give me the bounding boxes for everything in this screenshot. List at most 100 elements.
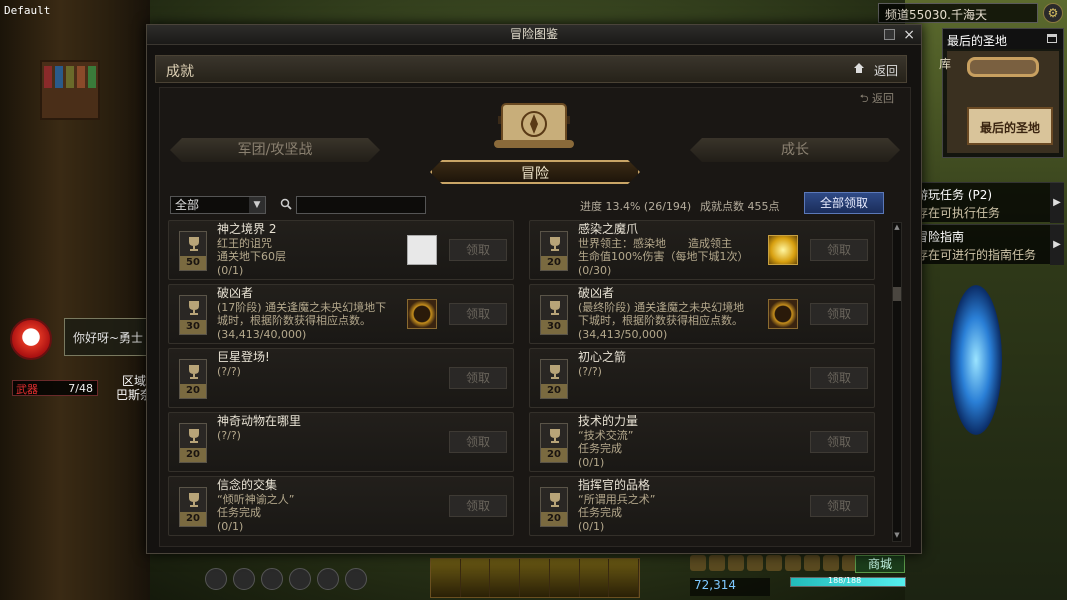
skill-slot[interactable]: [549, 559, 580, 597]
claim-button[interactable]: 领取: [449, 495, 507, 517]
maximize-icon[interactable]: [1047, 34, 1057, 43]
achievement-progress: (0/1): [217, 519, 244, 533]
claim-all-button[interactable]: 全部领取: [804, 192, 884, 214]
achievement-card: 20 技术的力量 “技术交流” 任务完成 (0/1) 领取: [529, 412, 875, 472]
menu-icon[interactable]: [766, 555, 782, 571]
achievement-title: 神奇动物在哪里: [217, 414, 302, 428]
slot[interactable]: [289, 568, 311, 590]
achievement-points: 20: [180, 384, 206, 398]
quest-tracker-2[interactable]: 冒险指南 存在可进行的指南任务 ▶: [912, 224, 1064, 265]
skill-slot[interactable]: [460, 559, 491, 597]
claim-button[interactable]: 领取: [810, 495, 868, 517]
claim-button[interactable]: 领取: [449, 239, 507, 261]
trophy-badge: 20: [540, 487, 568, 527]
menu-icon[interactable]: [804, 555, 820, 571]
achievement-points: 20: [541, 448, 567, 462]
achievement-points: 20: [541, 384, 567, 398]
adventure-codex-window: 冒险图鉴 × 成就 返回 ⮌ 返回 军团/攻坚战 成长 冒险 全部 ▼ 进度 1…: [146, 24, 922, 554]
reward-item-icon[interactable]: [768, 299, 798, 329]
achievement-card: 30 破凶者 (17阶段) 通关逢魔之未央幻境地下 城时，根据阶数获得相应点数。…: [168, 284, 514, 344]
menu-icon[interactable]: [709, 555, 725, 571]
back-button[interactable]: 返回: [874, 62, 898, 79]
minimize-icon[interactable]: [884, 29, 895, 40]
achievement-panel: ⮌ 返回 军团/攻坚战 成长 冒险 全部 ▼ 进度 13.4% (26/194)…: [159, 87, 911, 547]
trophy-icon: [550, 301, 560, 315]
weapon-label: 武器: [16, 383, 38, 396]
scroll-up-icon[interactable]: ▲: [893, 223, 901, 233]
tab-legion-raid[interactable]: 军团/攻坚战: [170, 138, 380, 162]
claim-button[interactable]: 领取: [810, 239, 868, 261]
achievement-points: 20: [541, 256, 567, 270]
achievement-points-text: 成就点数 455点: [700, 200, 780, 213]
claim-button[interactable]: 领取: [449, 431, 507, 453]
trophy-badge: 50: [179, 231, 207, 271]
weapon-inventory[interactable]: 武器 7/48: [12, 380, 98, 396]
claim-button[interactable]: 领取: [449, 303, 507, 325]
trophy-icon: [550, 237, 560, 251]
claim-button[interactable]: 领取: [810, 431, 868, 453]
menu-icon[interactable]: [823, 555, 839, 571]
achievement-title: 信念的交集: [217, 478, 278, 492]
achievement-points: 30: [541, 320, 567, 334]
achievement-title: 感染之魔爪: [578, 222, 639, 236]
achievement-progress: (?/?): [217, 428, 241, 442]
menu-icon[interactable]: [747, 555, 763, 571]
achievement-title: 破凶者: [217, 286, 254, 300]
chevron-down-icon[interactable]: ▼: [249, 197, 265, 213]
reward-item-icon[interactable]: [407, 299, 437, 329]
achievement-points: 30: [180, 320, 206, 334]
achievement-text: 神之境界 2 红王的诅咒 通关地下60层 (0/1): [217, 222, 407, 277]
achievement-text: 巨星登场! (?/?): [217, 350, 407, 378]
skill-slot[interactable]: [579, 559, 610, 597]
skill-slot[interactable]: [609, 559, 640, 597]
scrollbar[interactable]: ▲ ▼: [892, 222, 902, 542]
slot[interactable]: [345, 568, 367, 590]
scroll-thumb[interactable]: [893, 287, 901, 301]
background-bookshelf: [40, 60, 100, 120]
slot[interactable]: [233, 568, 255, 590]
sub-back-button[interactable]: ⮌ 返回: [860, 90, 894, 109]
search-input[interactable]: [296, 196, 426, 214]
menu-icon[interactable]: [728, 555, 744, 571]
reward-item-icon[interactable]: [407, 235, 437, 265]
tab-growth[interactable]: 成长: [690, 138, 900, 162]
quest-tracker-1[interactable]: 游玩任务 (P2) 存在可执行任务 ▶: [912, 182, 1064, 223]
expand-arrow-icon[interactable]: ▶: [1050, 183, 1064, 223]
achievement-desc: (17阶段) 通关逢魔之未央幻境地下 城时，根据阶数获得相应点数。: [217, 300, 387, 328]
achievement-points: 20: [541, 512, 567, 526]
close-icon[interactable]: ×: [903, 26, 915, 45]
claim-button[interactable]: 领取: [810, 303, 868, 325]
slot[interactable]: [205, 568, 227, 590]
minimap[interactable]: 最后的圣地 库 最后的圣地: [939, 28, 1064, 158]
achievement-points: 20: [180, 512, 206, 526]
skill-slot[interactable]: [431, 559, 461, 597]
claim-button[interactable]: 领取: [449, 367, 507, 389]
slot[interactable]: [261, 568, 283, 590]
achievement-progress: (0/1): [578, 519, 605, 533]
quest-title: 冒险指南: [916, 230, 965, 244]
trophy-badge: 30: [540, 295, 568, 335]
sub-back-label: 返回: [872, 92, 894, 105]
reward-item-icon[interactable]: [768, 235, 798, 265]
home-icon[interactable]: [854, 63, 864, 73]
channel-switch-icon[interactable]: ⚙: [1043, 3, 1063, 23]
page-title: 成就: [166, 64, 194, 80]
trophy-badge: 20: [540, 423, 568, 463]
trophy-icon: [189, 493, 199, 507]
skill-slot[interactable]: [490, 559, 521, 597]
menu-icon[interactable]: [690, 555, 706, 571]
shop-button[interactable]: 商城: [855, 555, 905, 573]
portal: [950, 285, 1002, 435]
claim-button[interactable]: 领取: [810, 367, 868, 389]
skill-slot[interactable]: [520, 559, 550, 597]
window-titlebar[interactable]: 冒险图鉴 ×: [147, 25, 921, 45]
expand-arrow-icon[interactable]: ▶: [1050, 225, 1064, 265]
menu-icon[interactable]: [785, 555, 801, 571]
trophy-badge: 20: [179, 423, 207, 463]
channel-display[interactable]: 频道55030.千海天: [878, 3, 1038, 23]
scroll-down-icon[interactable]: ▼: [893, 531, 901, 541]
slot[interactable]: [317, 568, 339, 590]
tab-adventure[interactable]: 冒险: [430, 160, 640, 184]
npc-avatar[interactable]: [10, 318, 52, 360]
category-filter-select[interactable]: 全部 ▼: [170, 196, 266, 214]
